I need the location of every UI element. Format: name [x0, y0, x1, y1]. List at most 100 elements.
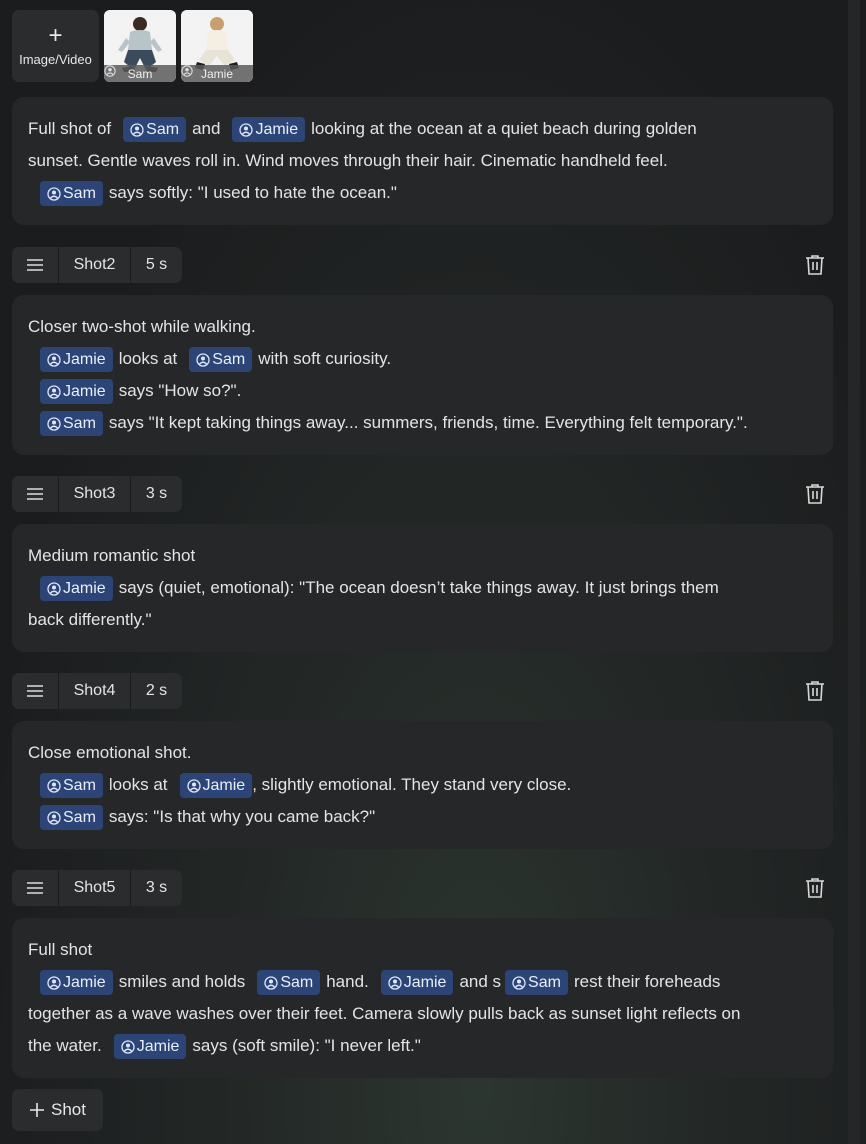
prompt-text: Close emotional shot.: [28, 743, 192, 762]
character-chip-sam[interactable]: Sam: [505, 970, 568, 996]
character-chip-jamie[interactable]: Jamie: [40, 379, 113, 405]
character-chip-sam[interactable]: Sam: [40, 181, 103, 207]
prompt-text: and: [192, 119, 221, 138]
character-thumbnail-sam[interactable]: Sam: [104, 10, 176, 82]
add-shot-button[interactable]: Shot: [12, 1089, 103, 1131]
chip-label: Jamie: [63, 351, 106, 369]
shot1-prompt[interactable]: Full shot of Sam and Jamie looking at the oc…: [12, 97, 833, 225]
character-chip-sam[interactable]: Sam: [189, 347, 253, 373]
character-icon: [239, 122, 254, 137]
character-chip-sam[interactable]: Sam: [40, 805, 103, 831]
plus-icon: [30, 1103, 44, 1117]
character-icon: [186, 778, 201, 793]
chip-label: Jamie: [403, 974, 447, 992]
media-row: + Image/Video Sam Jamie: [12, 10, 253, 82]
prompt-line: Sam says "It kept taking things away... s…: [28, 407, 817, 439]
prompt-text: hand.: [326, 972, 369, 991]
character-icon: [47, 384, 61, 399]
scrollbar[interactable]: [848, 0, 860, 1144]
character-icon: [512, 975, 526, 990]
upload-image-video-button[interactable]: + Image/Video: [12, 10, 99, 82]
prompt-text: rest their foreheads: [573, 972, 721, 991]
character-name: Jamie: [200, 66, 233, 81]
chip-label: Jamie: [63, 383, 106, 401]
trash-icon[interactable]: [803, 679, 827, 703]
prompt-text: says softly: "I used to hate the ocean.": [108, 183, 397, 202]
chip-label: Jamie: [202, 777, 246, 795]
shot-duration[interactable]: 5 s: [130, 247, 182, 283]
character-icon: [47, 975, 61, 990]
drag-handle-icon[interactable]: [12, 870, 58, 906]
trash-icon[interactable]: [803, 876, 827, 900]
character-chip-jamie[interactable]: Jamie: [113, 1034, 187, 1060]
shot3-prompt[interactable]: Medium romantic shot Jamie says (quiet, e…: [12, 524, 833, 652]
prompt-line: Jamie says "How so?".: [28, 375, 817, 407]
character-chip-jamie[interactable]: Jamie: [380, 970, 454, 996]
character-chip-jamie[interactable]: Jamie: [40, 576, 113, 602]
shot-duration[interactable]: 3 s: [130, 870, 182, 906]
character-chip-sam[interactable]: Sam: [40, 411, 103, 437]
character-icon: [47, 778, 61, 793]
character-chip-jamie[interactable]: Jamie: [40, 347, 113, 373]
chip-label: Jamie: [136, 1038, 180, 1056]
shot-duration[interactable]: 2 s: [130, 673, 182, 709]
drag-handle-icon[interactable]: [12, 476, 58, 512]
shot-name[interactable]: Shot4: [58, 673, 130, 709]
prompt-line: Jamie says (quiet, emotional): "The ocean…: [28, 572, 817, 604]
prompt-line: Sam looks at Jamie , slightly emotional. Th…: [28, 769, 817, 801]
drag-handle-icon[interactable]: [12, 247, 58, 283]
prompt-text: the water.: [28, 1036, 102, 1055]
character-icon: [47, 416, 61, 431]
prompt-text: back differently.": [28, 610, 152, 629]
prompt-text: looks at: [118, 349, 178, 368]
shot4-prompt[interactable]: Close emotional shot. Sam looks at Jamie , …: [12, 721, 833, 849]
shot5-prompt[interactable]: Full shot Jamie smiles and holds Sam hand. J…: [12, 918, 833, 1078]
prompt-text: says "How so?".: [118, 381, 242, 400]
upload-label: Image/Video: [19, 52, 92, 67]
chip-label: Sam: [63, 809, 96, 827]
shot2-prompt[interactable]: Closer two-shot while walking. Jamie look…: [12, 295, 833, 455]
character-icon: [104, 65, 116, 77]
drag-handle-icon[interactable]: [12, 673, 58, 709]
chip-label: Jamie: [63, 974, 106, 992]
shot-duration[interactable]: 3 s: [130, 476, 182, 512]
character-tag: Sam: [104, 65, 176, 82]
chip-label: Jamie: [255, 121, 299, 139]
character-chip-sam[interactable]: Sam: [40, 773, 103, 799]
shot2-header: Shot2 5 s: [12, 247, 833, 283]
character-chip-jamie[interactable]: Jamie: [40, 970, 113, 996]
trash-icon[interactable]: [803, 482, 827, 506]
character-icon: [196, 352, 210, 367]
add-shot-label: Shot: [51, 1100, 86, 1119]
chip-label: Sam: [212, 351, 246, 369]
chip-label: Sam: [63, 777, 96, 795]
shot-name[interactable]: Shot5: [58, 870, 130, 906]
prompt-text: smiles and holds: [118, 972, 246, 991]
shot4-header: Shot4 2 s: [12, 673, 833, 709]
prompt-line: Sam says softly: "I used to hate the ocea…: [28, 177, 817, 209]
chip-label: Sam: [146, 121, 180, 139]
trash-icon[interactable]: [803, 253, 827, 277]
prompt-line: the water. Jamie says (soft smile): "I nev…: [28, 1030, 817, 1062]
prompt-text: looking at the ocean at a quiet beach du…: [311, 119, 697, 138]
prompt-text: says: "Is that why you came back?": [108, 807, 376, 826]
character-chip-jamie[interactable]: Jamie: [179, 773, 253, 799]
character-chip-jamie[interactable]: Jamie: [232, 117, 306, 143]
character-chip-sam[interactable]: Sam: [257, 970, 321, 996]
prompt-line: Jamie looks at Sam with soft curiosity.: [28, 343, 817, 375]
prompt-text: looks at: [108, 775, 168, 794]
chip-label: Sam: [280, 974, 314, 992]
shot3-header: Shot3 3 s: [12, 476, 833, 512]
character-thumbnail-jamie[interactable]: Jamie: [181, 10, 253, 82]
character-icon: [47, 352, 61, 367]
prompt-text: Full shot: [28, 940, 93, 959]
prompt-text: with soft curiosity.: [258, 349, 392, 368]
character-icon: [130, 122, 144, 137]
shot-name[interactable]: Shot2: [58, 247, 130, 283]
shot-name[interactable]: Shot3: [58, 476, 130, 512]
prompt-line: Sam says: "Is that why you came back?": [28, 801, 817, 833]
prompt-text: Full shot of: [28, 119, 112, 138]
character-icon: [47, 581, 61, 596]
character-chip-sam[interactable]: Sam: [123, 117, 187, 143]
chip-label: Sam: [63, 185, 96, 203]
